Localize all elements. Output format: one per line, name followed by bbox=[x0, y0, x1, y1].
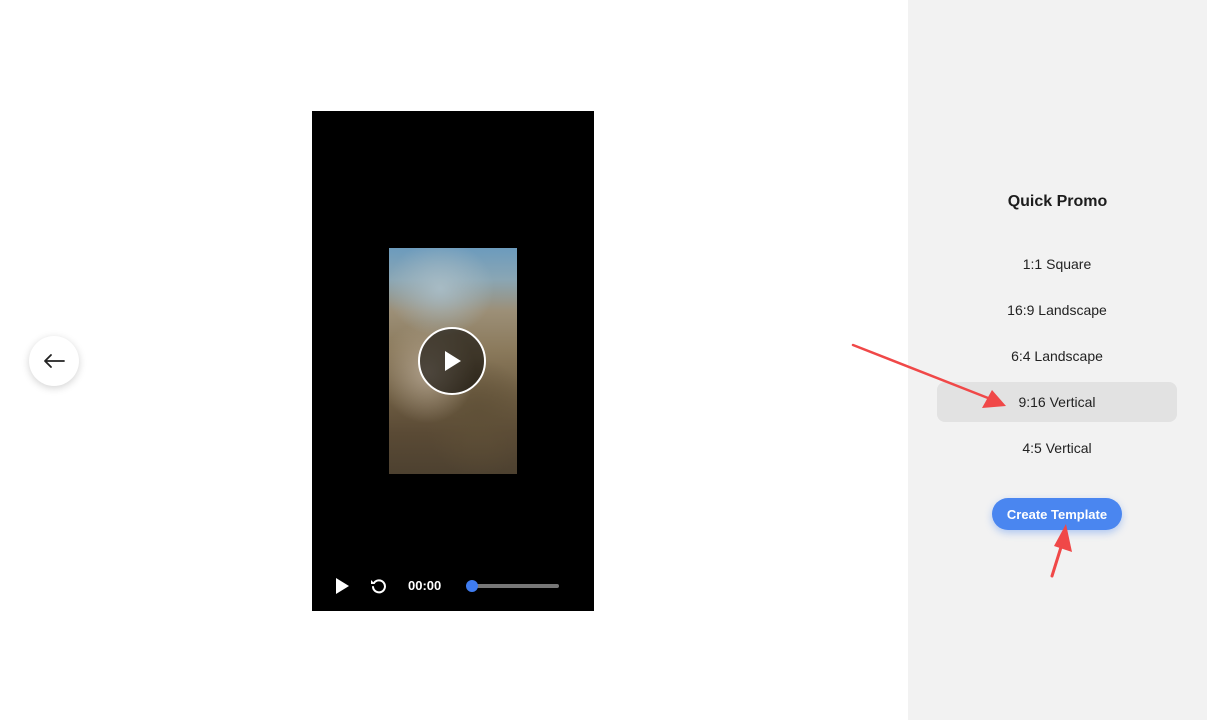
option-6-4-landscape[interactable]: 6:4 Landscape bbox=[937, 336, 1177, 376]
big-play-button[interactable] bbox=[418, 327, 486, 395]
option-label: 1:1 Square bbox=[1022, 256, 1092, 272]
format-options: 1:1 Square 16:9 Landscape 6:4 Landscape … bbox=[937, 244, 1177, 474]
option-16-9-landscape[interactable]: 16:9 Landscape bbox=[937, 290, 1177, 330]
main-stage: 00:00 bbox=[0, 0, 908, 720]
create-template-button[interactable]: Create Template bbox=[992, 498, 1122, 530]
option-1-1-square[interactable]: 1:1 Square bbox=[937, 244, 1177, 284]
play-icon bbox=[336, 578, 349, 594]
progress-bar[interactable] bbox=[465, 580, 559, 592]
play-circle-icon bbox=[445, 351, 461, 371]
progress-knob[interactable] bbox=[465, 580, 478, 592]
play-button[interactable] bbox=[334, 577, 350, 595]
option-label: 16:9 Landscape bbox=[1007, 302, 1107, 318]
replay-icon bbox=[371, 579, 386, 594]
back-button[interactable] bbox=[29, 336, 79, 386]
option-label: 6:4 Landscape bbox=[1011, 348, 1103, 364]
panel-title: Quick Promo bbox=[1007, 193, 1108, 210]
arrow-left-icon bbox=[44, 354, 65, 368]
video-player[interactable]: 00:00 bbox=[312, 111, 594, 611]
option-9-16-vertical[interactable]: 9:16 Vertical bbox=[937, 382, 1177, 422]
replay-button[interactable] bbox=[370, 577, 388, 595]
time-display: 00:00 bbox=[408, 578, 442, 593]
option-label: 9:16 Vertical bbox=[1018, 394, 1096, 410]
option-label: 4:5 Vertical bbox=[1022, 440, 1092, 456]
format-panel: Quick Promo 1:1 Square 16:9 Landscape 6:… bbox=[908, 0, 1207, 720]
option-4-5-vertical[interactable]: 4:5 Vertical bbox=[937, 428, 1177, 468]
player-controls: 00:00 bbox=[312, 561, 594, 611]
